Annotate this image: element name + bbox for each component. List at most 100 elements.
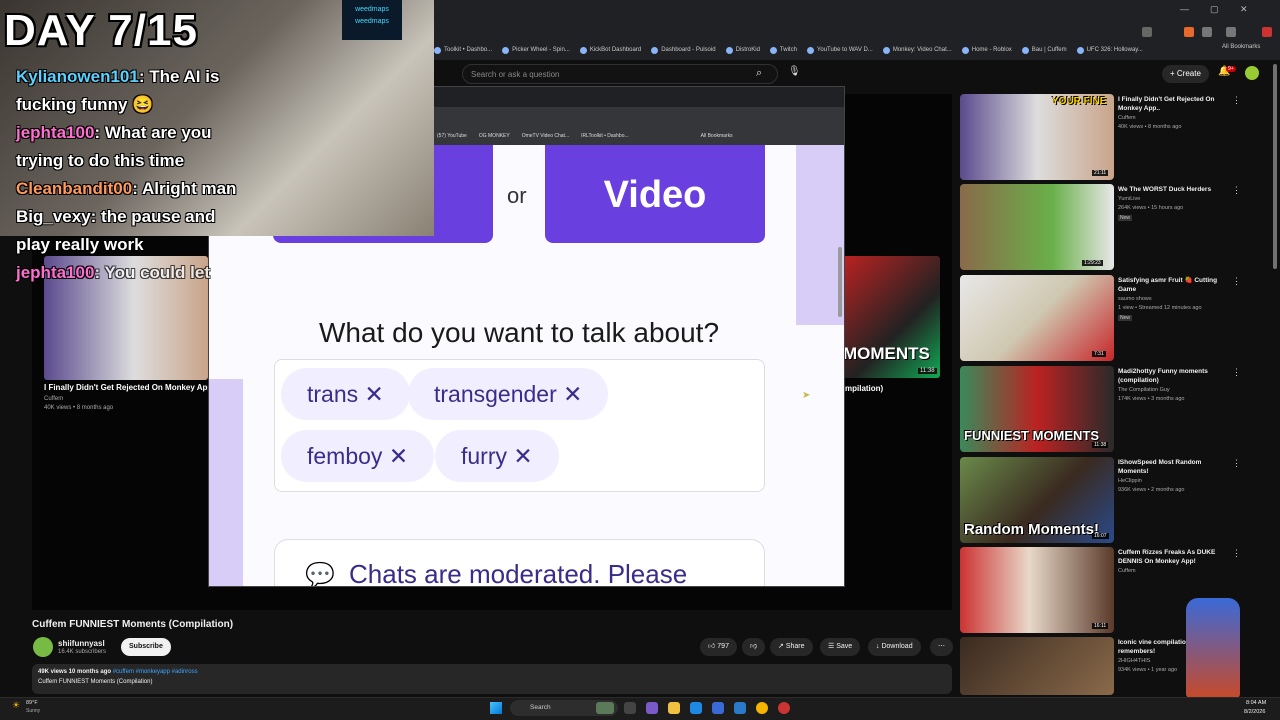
inner-bookmark-item[interactable]: OG MONKEY [479, 133, 510, 139]
more-vert-icon[interactable]: ⋮ [1232, 95, 1241, 106]
inner-bookmark-item[interactable]: IRLToolkit • Dashbo... [581, 133, 629, 139]
video-duration: 7:31 [1092, 351, 1106, 357]
recommended-video[interactable]: YOUR FINE 21:11 I Finally Didn't Get Rej… [960, 94, 1260, 182]
create-button[interactable]: + Create [1162, 65, 1209, 83]
bookmark-item[interactable]: Toolkit • Dashbo... [434, 46, 492, 54]
search-highlight-icon[interactable] [596, 702, 614, 714]
background-video-title: I Finally Didn't Get Rejected On Monkey … [44, 383, 217, 392]
video-title: Cuffem FUNNIEST Moments (Compilation) [32, 619, 234, 630]
bookmark-item[interactable]: Bau | Cuffem [1021, 46, 1067, 54]
channel-name[interactable]: shiifunnyasl [58, 639, 105, 648]
copilot-icon[interactable] [646, 702, 658, 714]
bookmark-item[interactable]: Home - Roblox [961, 46, 1012, 54]
recommended-meta: 174K views • 3 months ago [1118, 396, 1185, 402]
bookmark-item[interactable]: Monkey: Video Chat... [882, 46, 952, 54]
bookmark-item[interactable]: UFC 326: Holloway... [1076, 46, 1143, 54]
bookmark-icon [725, 46, 733, 54]
mail-icon[interactable] [734, 702, 746, 714]
interest-tag-transgender[interactable]: transgender ✕ [408, 368, 609, 420]
file-explorer-icon[interactable] [668, 702, 680, 714]
profile-icon[interactable] [1262, 27, 1272, 37]
interest-tag-femboy[interactable]: femboy ✕ [281, 430, 435, 482]
weather-temperature[interactable]: 89°F [26, 700, 38, 706]
interest-tag-trans[interactable]: trans ✕ [281, 368, 410, 420]
interests-heading: What do you want to talk about? [318, 317, 720, 348]
bookmark-item[interactable]: DistroKid [725, 46, 760, 54]
puzzle-icon[interactable] [1202, 27, 1212, 37]
bookmark-icon [1076, 46, 1084, 54]
recommended-video[interactable]: 1:29:23 We The WORST Duck Herders YumiLi… [960, 184, 1260, 272]
bookmark-item[interactable]: YouTube to WAV D... [806, 46, 873, 54]
more-icon: ⋯ [938, 643, 945, 650]
recommended-channel: The Compilation Guy [1118, 387, 1170, 393]
windows-start-icon[interactable] [490, 702, 502, 714]
close-window-icon[interactable]: ✕ [1240, 4, 1248, 15]
save-icon: ☰ [828, 643, 835, 650]
search-icon[interactable]: ⌕ [756, 67, 770, 81]
chat-message: Cleanbandit00: Alright man [16, 179, 237, 198]
more-vert-icon[interactable]: ⋮ [1232, 367, 1241, 378]
share-button[interactable]: ↗ Share [770, 638, 813, 656]
video-chat-button[interactable]: Video [545, 145, 765, 243]
microphone-icon[interactable]: 🎙 [788, 66, 801, 77]
cast-icon[interactable] [1142, 27, 1152, 37]
recommended-meta: 264K views • 15 hours ago [1118, 205, 1184, 211]
recommended-video[interactable]: 7:31 Satisfying asmr Fruit 🍓 Cutting Gam… [960, 275, 1260, 363]
recommended-thumbnail[interactable] [960, 637, 1114, 695]
page-scrollbar[interactable] [1273, 64, 1277, 269]
minimize-icon[interactable]: — [1180, 4, 1189, 14]
bookmark-icon [806, 46, 814, 54]
recommended-meta: 40K views • 8 months ago [1118, 124, 1182, 130]
weather-sun-icon[interactable]: ☀ [12, 700, 20, 711]
download-icon[interactable] [1226, 27, 1236, 37]
recommended-channel: saumo shows [1118, 296, 1152, 302]
more-vert-icon[interactable]: ⋮ [1232, 185, 1241, 196]
bookmark-item[interactable]: Picker Wheel - Spin... [502, 46, 570, 54]
more-vert-icon[interactable]: ⋮ [1232, 548, 1241, 559]
maximize-icon[interactable]: ▢ [1210, 4, 1219, 15]
dislike-button[interactable]: 👎︎ [742, 638, 766, 656]
chrome-icon[interactable] [756, 702, 768, 714]
recommended-video[interactable]: Random Moments! 16:07 IShowSpeed Most Ra… [960, 457, 1260, 545]
thumbs-up-icon: 👍︎ [708, 643, 716, 650]
save-button[interactable]: ☰ Save [820, 638, 861, 656]
recommended-thumbnail[interactable] [960, 547, 1114, 633]
store-icon[interactable] [712, 702, 724, 714]
clock-date[interactable]: 8/2/2026 [1244, 709, 1265, 715]
subscribe-button[interactable]: Subscribe [121, 638, 171, 656]
bookmark-item[interactable]: Twitch [769, 46, 797, 54]
app-icon[interactable] [778, 702, 790, 714]
youtube-search-input[interactable]: Search or ask a question [462, 64, 778, 84]
interest-tag-furry[interactable]: furry ✕ [435, 430, 559, 482]
background-right-caption: mpilation) [845, 384, 884, 393]
like-button[interactable]: 👍︎ 797 [700, 638, 737, 656]
download-button[interactable]: ↓ Download [868, 638, 921, 656]
recommended-meta: 1 view • Streamed 12 minutes ago [1118, 305, 1202, 311]
more-actions-button[interactable]: ⋯ [930, 638, 953, 656]
recommended-thumbnail[interactable] [960, 275, 1114, 361]
moderation-text: Chats are moderated. Please [349, 559, 688, 587]
inner-scrollbar[interactable] [838, 247, 842, 317]
bookmark-item[interactable]: Dashboard - Pulsoid [651, 46, 716, 54]
chat-message: Kylianowen101: The AI is [16, 67, 220, 86]
inner-bookmark-item[interactable]: OmeTV Video Chat... [522, 133, 569, 139]
extension-icon[interactable] [1184, 27, 1194, 37]
mouse-cursor-icon: ➤ [802, 390, 811, 401]
more-vert-icon[interactable]: ⋮ [1232, 276, 1241, 287]
recommended-title: Satisfying asmr Fruit 🍓 Cutting Game [1118, 277, 1218, 293]
bookmark-icon [579, 46, 587, 54]
recommended-video[interactable]: FUNNIEST MOMENTS 11:38 Madi2hottyy Funny… [960, 366, 1260, 454]
channel-avatar[interactable] [33, 637, 53, 657]
account-avatar[interactable] [1245, 66, 1259, 80]
page-side-panel-left [209, 379, 243, 586]
bookmark-item[interactable]: KickBot Dashboard [579, 46, 641, 54]
recommended-thumbnail[interactable] [960, 184, 1114, 270]
edge-icon[interactable] [690, 702, 702, 714]
all-bookmarks-link[interactable]: All Bookmarks [1222, 44, 1260, 50]
more-vert-icon[interactable]: ⋮ [1232, 458, 1241, 469]
task-view-icon[interactable] [624, 702, 636, 714]
inner-all-bookmarks[interactable]: All Bookmarks [701, 133, 733, 139]
inner-bookmark-item[interactable]: (57) YouTube [437, 133, 467, 139]
clock-time[interactable]: 8:04 AM [1246, 700, 1266, 706]
interests-box[interactable]: trans ✕ transgender ✕ femboy ✕ furry ✕ [274, 359, 765, 492]
